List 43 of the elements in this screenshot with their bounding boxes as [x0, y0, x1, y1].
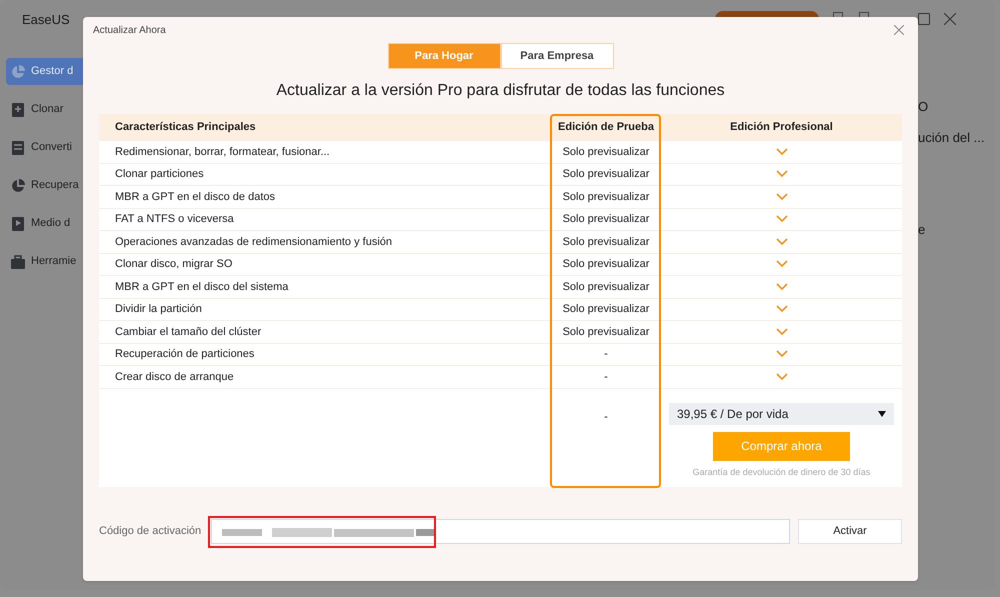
sidebar-item[interactable]: Clonar	[6, 96, 83, 123]
activate-button[interactable]: Activar	[798, 518, 902, 544]
column-header: Características Principales	[114, 120, 257, 135]
feature-cell-text: Cambiar el tamaño del clúster	[114, 324, 262, 340]
trial-cell-text: -	[603, 410, 609, 424]
dialog-title: Actualizar Ahora	[93, 24, 166, 38]
trial-cell-text: -	[603, 370, 609, 384]
feature-cell-text: Redimensionar, borrar, formatear, fusionar...	[114, 144, 331, 160]
feature-cell-text: MBR a GPT en el disco del sistema	[114, 280, 290, 294]
price-dropdown[interactable]: 39,95 € / De por vida	[669, 402, 894, 424]
feature-cell-text: Operaciones avanzadas de redimensionamiento y fusión	[114, 234, 393, 250]
feature-cell-text: Crear disco de arranque	[114, 370, 235, 384]
app-title: EaseUS	[22, 11, 70, 30]
feature-cell-text: Clonar particiones	[114, 167, 205, 182]
feature-cell-text: MBR a GPT en el disco de datos	[114, 190, 276, 204]
feature-cell-text: Clonar disco, migrar SO	[114, 257, 234, 272]
trial-cell-text: Solo previsualizar	[562, 257, 650, 272]
feature-cell-text: Recuperación de particiones	[114, 347, 256, 362]
trial-cell-text: Solo previsualizar	[562, 144, 650, 160]
plan-tab[interactable]: Para Empresa	[500, 43, 614, 69]
column-header: Edición Profesional	[729, 120, 834, 135]
sidebar-item[interactable]: Gestor d	[6, 58, 83, 85]
sidebar-item[interactable]: Medio d	[6, 210, 83, 237]
feature-cell-text: FAT a NTFS o viceversa	[114, 212, 235, 227]
column-header: Edición de Prueba	[557, 120, 655, 135]
feature-cell-text: Dividir la partición	[114, 302, 203, 317]
trial-cell-text: Solo previsualizar	[562, 212, 650, 227]
panel-text: O	[918, 98, 928, 116]
field-label: Código de activación	[99, 524, 202, 539]
panel-text: ución del ...	[918, 129, 984, 147]
trial-cell-text: Solo previsualizar	[562, 302, 650, 317]
trial-cell-text: Solo previsualizar	[562, 190, 650, 204]
sidebar-item[interactable]: Recupera	[6, 172, 83, 199]
guarantee-text: Garantía de devolución de dinero de 30 días	[692, 466, 870, 478]
trial-cell-text: Solo previsualizar	[562, 280, 650, 294]
sidebar-item[interactable]: Herramie	[6, 248, 83, 275]
trial-cell-text: -	[603, 347, 609, 362]
sidebar-item[interactable]: Converti	[6, 134, 83, 161]
panel-text: e	[918, 221, 926, 239]
trial-cell-text: Solo previsualizar	[562, 234, 650, 250]
trial-cell-text: Solo previsualizar	[562, 324, 650, 340]
dialog-heading: Actualizar a la versión Pro para disfrutar de todas las funciones	[275, 81, 726, 101]
trial-cell-text: Solo previsualizar	[562, 167, 650, 182]
